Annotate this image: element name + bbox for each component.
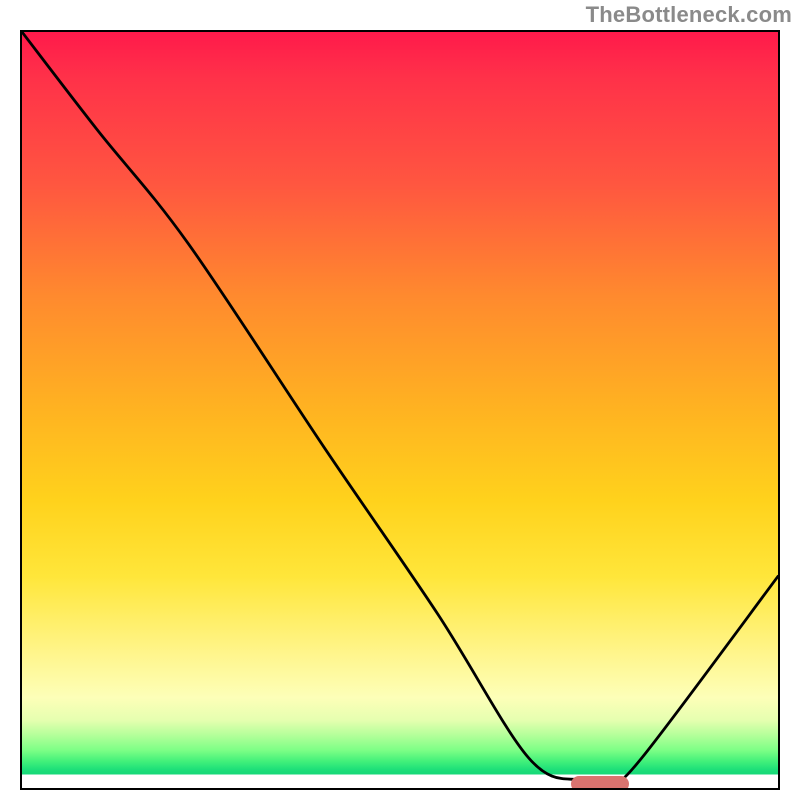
chart-container: TheBottleneck.com	[0, 0, 800, 800]
optimal-range-marker	[571, 776, 629, 790]
plot-area	[20, 30, 780, 790]
bottleneck-curve	[22, 32, 778, 788]
attribution-text: TheBottleneck.com	[586, 2, 792, 28]
